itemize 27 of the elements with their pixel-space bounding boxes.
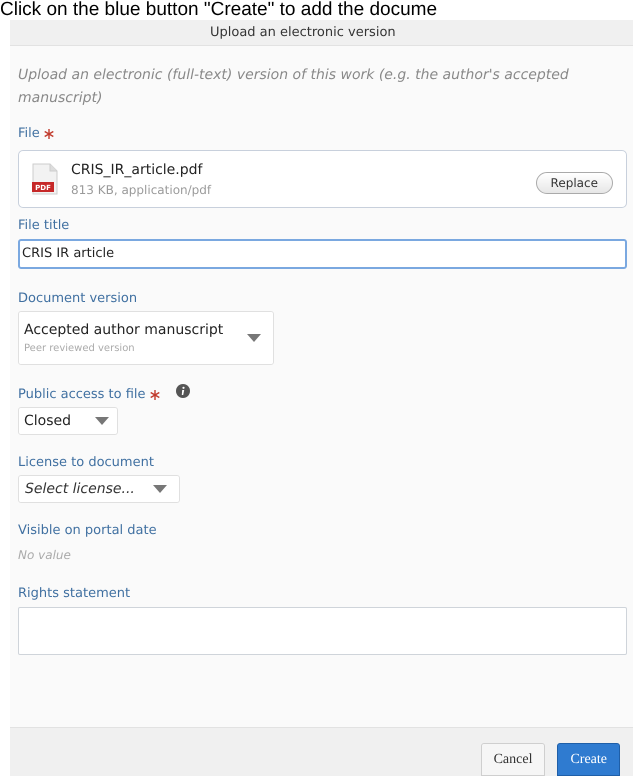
dialog-title: Upload an electronic version	[210, 24, 396, 42]
description: Upload an electronic (full-text) version of this work (e.g. the author's accepted manuscript)	[18, 66, 570, 108]
field-label: File	[18, 126, 40, 142]
file-name: CRIS_IR_article.pdf	[71, 160, 204, 180]
caret-icon	[247, 334, 261, 342]
field-label: Public access to file	[18, 386, 146, 403]
field-label: Rights statement	[18, 586, 130, 602]
cancel-button[interactable]: Cancel	[480, 743, 546, 776]
file-details: 813 KB, application/pdf	[71, 182, 212, 199]
license-select[interactable]: Select license...	[18, 475, 180, 504]
field-label: License to document	[18, 455, 154, 472]
field-label: Visible on portal date	[18, 523, 157, 540]
info-icon[interactable]	[176, 384, 190, 398]
rights-statement-field[interactable]	[18, 606, 627, 655]
create-button[interactable]: Create	[557, 743, 620, 776]
field-label: Document version	[18, 290, 138, 307]
select-hint: Peer reviewed version	[24, 342, 136, 356]
caret-icon	[153, 485, 167, 494]
date-value: No value	[18, 546, 72, 564]
file-title-field[interactable]: CRIS IR article	[18, 238, 627, 268]
select-value: Accepted author manuscript	[24, 320, 224, 340]
replace-button[interactable]: Replace	[536, 172, 613, 194]
caret-icon	[95, 417, 109, 425]
public-access-select[interactable]: Closed	[18, 407, 118, 435]
document-version-select[interactable]: Accepted author manuscript Peer reviewed version	[18, 310, 274, 365]
field-label: File title	[18, 218, 70, 234]
caption: Click on the blue button "Create" to add the docume	[0, 0, 438, 20]
